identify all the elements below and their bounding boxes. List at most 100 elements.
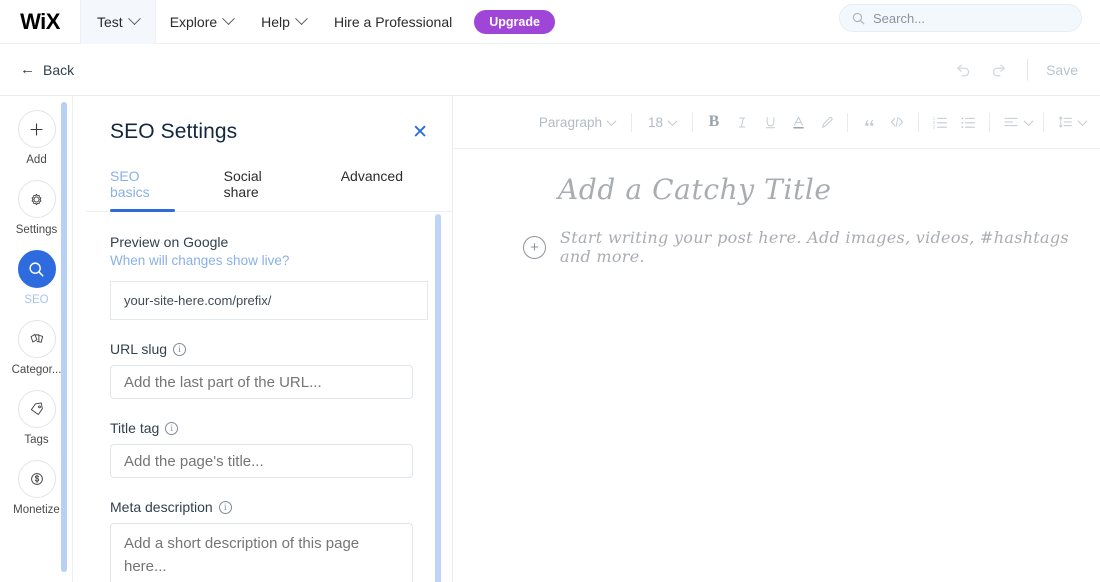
wix-logo[interactable]: WiX bbox=[0, 0, 80, 44]
left-sidebar: Add Settings SEO Categor... Tags Monetiz… bbox=[0, 96, 73, 582]
underline-icon bbox=[765, 116, 775, 128]
italic-button[interactable] bbox=[728, 108, 756, 136]
panel-header: SEO Settings ✕ bbox=[86, 96, 452, 144]
divider bbox=[630, 112, 632, 132]
tag-icon-circle bbox=[17, 390, 56, 428]
bullet-list-icon bbox=[961, 117, 975, 129]
sidebar-scrollbar[interactable] bbox=[61, 102, 67, 572]
gear-icon-circle bbox=[17, 180, 56, 218]
nav-item-help[interactable]: Help bbox=[247, 0, 320, 44]
panel-tabs: SEO basics Social share Advanced bbox=[86, 168, 452, 212]
search-placeholder: Search... bbox=[873, 10, 926, 26]
save-button[interactable]: Save bbox=[1038, 62, 1100, 78]
chevron-down-icon[interactable] bbox=[1023, 115, 1034, 126]
url-slug-label: URL slug i bbox=[110, 341, 428, 357]
meta-description-label-text: Meta description bbox=[110, 499, 213, 515]
editor-action-bar: ← Back Save bbox=[0, 44, 1100, 96]
svg-text:3: 3 bbox=[933, 124, 936, 129]
url-slug-input[interactable] bbox=[110, 365, 413, 399]
blockquote-button[interactable] bbox=[855, 108, 883, 136]
when-changes-show-live-link[interactable]: When will changes show live? bbox=[110, 253, 428, 268]
font-size-value: 18 bbox=[647, 114, 663, 130]
editor-canvas[interactable]: Add a Catchy Title + Start writing your … bbox=[453, 149, 1100, 266]
gear-icon bbox=[31, 193, 42, 205]
upgrade-button[interactable]: Upgrade bbox=[474, 9, 555, 34]
info-icon[interactable]: i bbox=[173, 342, 187, 356]
meta-description-label: Meta description i bbox=[110, 499, 428, 515]
close-icon[interactable]: ✕ bbox=[412, 123, 428, 142]
paragraph-style-dropdown[interactable]: Paragraph bbox=[530, 115, 624, 130]
undo-button[interactable] bbox=[945, 52, 981, 88]
back-button[interactable]: ← Back bbox=[20, 62, 74, 78]
line-height-button[interactable] bbox=[1051, 108, 1079, 136]
blockquote-icon bbox=[864, 119, 873, 126]
info-icon[interactable]: i bbox=[218, 500, 232, 514]
redo-button[interactable] bbox=[981, 52, 1017, 88]
search-input[interactable]: Search... bbox=[839, 4, 1082, 32]
underline-button[interactable] bbox=[756, 108, 784, 136]
text-color-button[interactable] bbox=[784, 108, 812, 136]
preview-section-title: Preview on Google bbox=[110, 234, 229, 250]
back-button-label: Back bbox=[43, 61, 75, 78]
post-body-placeholder[interactable]: Start writing your post here. Add images… bbox=[560, 228, 1100, 266]
nav-item-explore[interactable]: Explore bbox=[156, 0, 247, 44]
tag-icon bbox=[30, 402, 43, 415]
divider bbox=[847, 112, 848, 132]
text-align-button[interactable] bbox=[997, 108, 1025, 136]
highlighter-button[interactable] bbox=[812, 108, 840, 136]
plus-icon-circle bbox=[17, 110, 56, 148]
code-icon bbox=[890, 116, 904, 128]
top-navigation-bar: WiX Test Explore Help Hire a Professiona… bbox=[0, 0, 1100, 44]
sidebar-item-monetize-label: Monetize bbox=[13, 504, 60, 516]
panel-scrollbar[interactable] bbox=[435, 214, 441, 582]
tab-seo-basics[interactable]: SEO basics bbox=[110, 168, 175, 212]
paragraph-style-value: Paragraph bbox=[538, 114, 602, 130]
page-title: SEO Settings bbox=[110, 120, 238, 143]
divider bbox=[692, 112, 693, 132]
search-icon bbox=[852, 12, 865, 24]
font-size-dropdown[interactable]: 18 bbox=[639, 115, 685, 130]
nav-item-hire-a-professional-label: Hire a Professional bbox=[333, 13, 453, 30]
dollar-icon bbox=[30, 473, 43, 485]
numbered-list-button[interactable]: 1 2 3 bbox=[926, 108, 954, 136]
post-title-placeholder[interactable]: Add a Catchy Title bbox=[558, 173, 1100, 206]
site-selector[interactable]: Test bbox=[81, 0, 155, 44]
chevron-down-icon[interactable] bbox=[1077, 115, 1088, 126]
chevron-down-icon bbox=[606, 115, 617, 126]
sidebar-item-settings-label: Settings bbox=[15, 224, 58, 236]
nav-item-hire-a-professional[interactable]: Hire a Professional bbox=[320, 0, 466, 44]
seo-settings-panel: SEO Settings ✕ SEO basics Social share A… bbox=[86, 96, 453, 582]
code-button[interactable] bbox=[883, 108, 911, 136]
plus-icon bbox=[30, 122, 43, 136]
title-tag-input[interactable] bbox=[110, 444, 413, 478]
search-icon bbox=[29, 261, 44, 277]
tab-advanced[interactable]: Advanced bbox=[341, 168, 403, 211]
plus-circle-icon[interactable]: + bbox=[523, 235, 546, 259]
chevron-down-icon bbox=[667, 115, 678, 126]
meta-description-textarea[interactable] bbox=[110, 523, 413, 582]
redo-icon bbox=[992, 64, 1005, 77]
undo-icon bbox=[957, 64, 970, 77]
info-icon[interactable]: i bbox=[165, 421, 179, 435]
sidebar-item-tags-label: Tags bbox=[24, 434, 49, 446]
divider bbox=[918, 112, 919, 132]
bullet-list-button[interactable] bbox=[954, 108, 982, 136]
nav-item-help-label: Help bbox=[261, 13, 290, 30]
nav-item-explore-label: Explore bbox=[169, 13, 218, 30]
cards-icon bbox=[30, 334, 43, 343]
post-body-row: + Start writing your post here. Add imag… bbox=[523, 228, 1100, 266]
post-editor: Paragraph 18 B 1 2 3 Add a Catchy Title … bbox=[453, 96, 1100, 582]
tab-social-share[interactable]: Social share bbox=[224, 168, 292, 211]
action-bar-right-group: Save bbox=[945, 44, 1100, 96]
align-left-icon bbox=[1004, 117, 1018, 127]
line-height-icon bbox=[1058, 116, 1072, 128]
title-tag-label: Title tag i bbox=[110, 420, 428, 436]
bold-button[interactable]: B bbox=[700, 108, 728, 136]
panel-content: Preview on Google When will changes show… bbox=[86, 212, 452, 582]
numbered-list-icon: 1 2 3 bbox=[933, 116, 947, 129]
arrow-left-icon: ← bbox=[20, 61, 35, 78]
sidebar-item-seo-label: SEO bbox=[24, 294, 49, 306]
google-preview-url: your-site-here.com/prefix/ bbox=[110, 281, 428, 320]
italic-icon bbox=[738, 117, 745, 127]
sidebar-item-add-label: Add bbox=[26, 154, 47, 166]
